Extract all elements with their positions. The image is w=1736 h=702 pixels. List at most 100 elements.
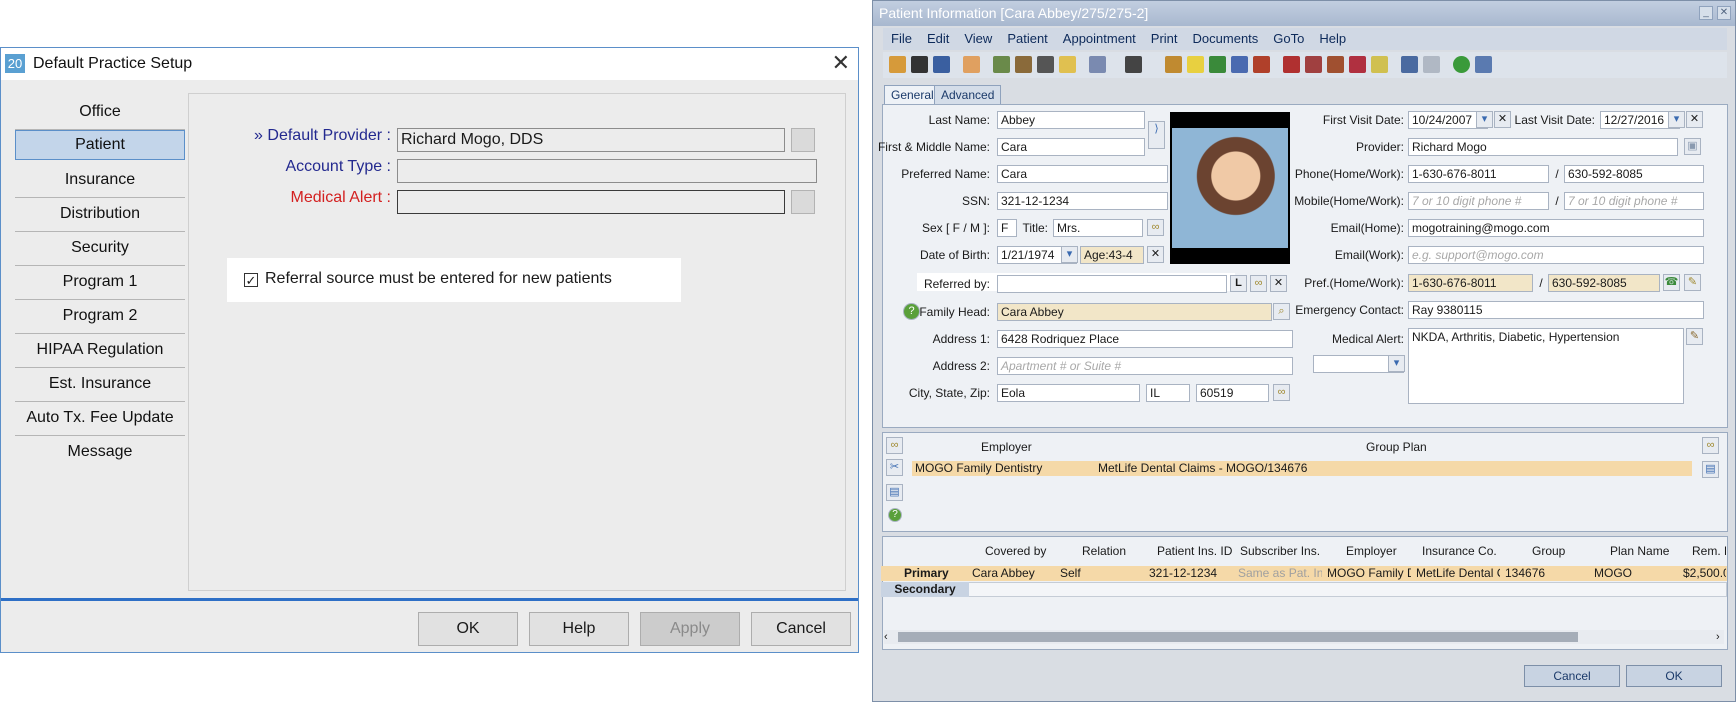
scrollbar-thumb[interactable]	[898, 632, 1578, 642]
tab-general[interactable]: General	[884, 85, 941, 105]
patient-ok-button[interactable]: OK	[1626, 665, 1722, 687]
referred-by-field[interactable]	[997, 275, 1227, 293]
first-middle-name-field[interactable]: Cara	[997, 138, 1145, 156]
ok-button[interactable]: OK	[418, 612, 518, 646]
first-visit-dropdown-icon[interactable]: ▾	[1476, 111, 1493, 128]
scroll-left-icon[interactable]: ‹	[884, 630, 888, 645]
dob-dropdown-icon[interactable]: ▾	[1061, 246, 1078, 263]
mobile-work-field[interactable]: 7 or 10 digit phone #	[1564, 192, 1704, 210]
plan-edit-icon[interactable]: ▤	[1702, 461, 1719, 478]
patient-photo[interactable]	[1170, 112, 1290, 264]
save-icon[interactable]	[933, 56, 950, 73]
link-icon[interactable]: ∞	[1147, 219, 1164, 236]
family-head-field[interactable]: Cara Abbey	[997, 303, 1272, 321]
provider-lookup-button[interactable]	[791, 128, 815, 152]
pref-phone-icon[interactable]: ☎	[1663, 274, 1680, 291]
referral-lookup-button[interactable]: L	[1230, 275, 1247, 292]
people-icon[interactable]	[1231, 56, 1248, 73]
apply-button[interactable]: Apply	[640, 612, 740, 646]
state-field[interactable]: IL	[1146, 384, 1190, 402]
recall-icon[interactable]	[1165, 56, 1182, 73]
w-icon[interactable]	[1371, 56, 1388, 73]
mobile-home-field[interactable]: 7 or 10 digit phone #	[1408, 192, 1549, 210]
note-icon[interactable]	[1059, 56, 1076, 73]
referral-link-icon[interactable]: ∞	[1250, 275, 1267, 292]
phone-work-field[interactable]: 630-592-8085	[1564, 165, 1704, 183]
patient-cancel-button[interactable]: Cancel	[1524, 665, 1620, 687]
address-1-field[interactable]: 6428 Rodriquez Place	[997, 330, 1293, 348]
nav-item-est-insurance[interactable]: Est. Insurance	[15, 368, 185, 402]
nav-item-insurance[interactable]: Insurance	[15, 164, 185, 198]
book-icon[interactable]	[1283, 56, 1300, 73]
rc-icon[interactable]	[1187, 56, 1204, 73]
book3-icon[interactable]	[1327, 56, 1344, 73]
clear-last-visit-icon[interactable]: ✕	[1686, 111, 1703, 128]
ssn-field[interactable]: 321-12-1234	[997, 192, 1168, 210]
referral-required-checkbox[interactable]: ✓	[244, 273, 258, 287]
book4-icon[interactable]	[1349, 56, 1366, 73]
menu-view[interactable]: View	[956, 28, 999, 46]
cancel-button[interactable]: Cancel	[751, 612, 851, 646]
delete-icon[interactable]	[911, 56, 928, 73]
scan-icon[interactable]	[1401, 56, 1418, 73]
account-type-field[interactable]	[397, 159, 817, 183]
book2-icon[interactable]	[1305, 56, 1322, 73]
tab-advanced[interactable]: Advanced	[934, 85, 1002, 105]
tools-icon[interactable]	[993, 56, 1010, 73]
menu-file[interactable]: File	[883, 28, 919, 46]
city-field[interactable]: Eola	[997, 384, 1140, 402]
pref-work-field[interactable]: 630-592-8085	[1548, 274, 1660, 292]
email-work-field[interactable]: e.g. support@mogo.com	[1408, 246, 1704, 264]
tools2-icon[interactable]	[1015, 56, 1032, 73]
menu-print[interactable]: Print	[1143, 28, 1185, 46]
grid-icon[interactable]	[1125, 56, 1142, 73]
nav-item-patient[interactable]: Patient	[15, 130, 185, 160]
nav-item-hipaa-regulation[interactable]: HIPAA Regulation	[15, 334, 185, 368]
email-home-field[interactable]: mogotraining@mogo.com	[1408, 219, 1704, 237]
menu-appointment[interactable]: Appointment	[1055, 28, 1143, 46]
tooth-icon[interactable]	[1209, 56, 1226, 73]
medical-alert-textarea[interactable]: NKDA, Arthritis, Diabetic, Hypertension	[1408, 328, 1684, 404]
secondary-row[interactable]	[881, 582, 1727, 597]
close-icon[interactable]: ✕	[832, 50, 850, 76]
employer-link-icon[interactable]: ∞	[886, 437, 903, 454]
hand-icon[interactable]	[963, 56, 980, 73]
plan-link-icon[interactable]: ∞	[1702, 437, 1719, 454]
nav-item-security[interactable]: Security	[15, 232, 185, 266]
employer-help-icon[interactable]: ?	[888, 508, 902, 522]
help-icon[interactable]	[1453, 56, 1470, 73]
provider-field[interactable]: Richard Mogo	[1408, 138, 1678, 156]
swap-name-icon[interactable]: ⟩	[1148, 121, 1165, 149]
nav-item-message[interactable]: Message	[15, 436, 185, 470]
zip-link-icon[interactable]: ∞	[1273, 384, 1290, 401]
preferred-name-field[interactable]: Cara	[997, 165, 1168, 183]
clear-referral-icon[interactable]: ✕	[1270, 275, 1287, 292]
exit-icon[interactable]	[1475, 56, 1492, 73]
menu-patient[interactable]: Patient	[999, 28, 1054, 46]
scissors-icon[interactable]	[1037, 56, 1054, 73]
employer-edit-icon[interactable]: ▤	[886, 484, 903, 501]
pref-home-field[interactable]: 1-630-676-8011	[1408, 274, 1533, 292]
medical-alert-dropdown-icon[interactable]: ▾	[1388, 355, 1405, 372]
medical-alert-field[interactable]	[397, 190, 785, 214]
card-icon[interactable]	[1253, 56, 1270, 73]
window-close-icon[interactable]: ✕	[1717, 6, 1731, 20]
emergency-contact-field[interactable]: Ray 9380115	[1408, 301, 1704, 319]
last-visit-dropdown-icon[interactable]: ▾	[1668, 111, 1685, 128]
default-provider-field[interactable]: Richard Mogo, DDS	[397, 128, 785, 152]
address-2-field[interactable]: Apartment # or Suite #	[997, 357, 1293, 375]
nav-item-distribution[interactable]: Distribution	[15, 198, 185, 232]
new-patient-icon[interactable]	[889, 56, 906, 73]
medical-alert-lookup-button[interactable]	[791, 190, 815, 214]
menu-edit[interactable]: Edit	[919, 28, 956, 46]
menu-goto[interactable]: GoTo	[1265, 28, 1311, 46]
menu-documents[interactable]: Documents	[1185, 28, 1266, 46]
referral-required-option[interactable]: ✓ Referral source must be entered for ne…	[227, 258, 681, 302]
employer-unlink-icon[interactable]: ✂	[886, 459, 903, 476]
scroll-right-icon[interactable]: ›	[1716, 630, 1720, 645]
family-icon[interactable]	[1089, 56, 1106, 73]
title-field[interactable]: Mrs.	[1053, 219, 1143, 237]
id-card-icon[interactable]	[1423, 56, 1440, 73]
help-button[interactable]: Help	[529, 612, 629, 646]
nav-item-program-1[interactable]: Program 1	[15, 266, 185, 300]
